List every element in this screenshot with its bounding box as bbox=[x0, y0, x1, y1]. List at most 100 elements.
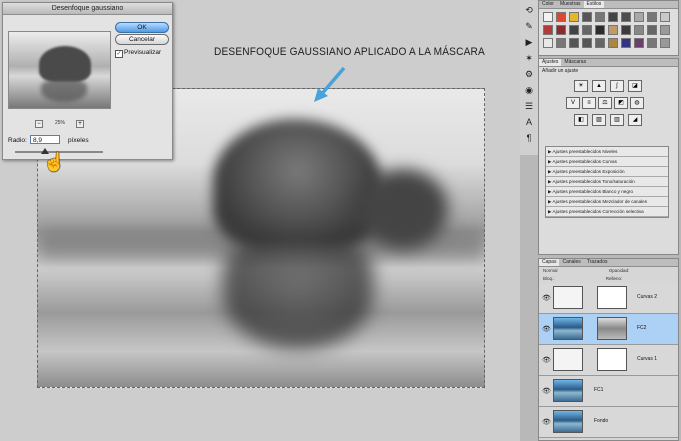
fill-label: Relleno: bbox=[605, 276, 623, 281]
style-swatch[interactable] bbox=[608, 12, 618, 22]
style-swatch[interactable] bbox=[621, 12, 631, 22]
style-swatch[interactable] bbox=[621, 25, 631, 35]
layer-mask-thumbnail[interactable] bbox=[597, 317, 627, 340]
layers-list: 👁 Curvas 2 👁 FC2 👁 Curvas 1 👁 FC1 👁 Fondo bbox=[539, 283, 678, 438]
style-swatch[interactable] bbox=[582, 25, 592, 35]
paragraph-icon[interactable]: ¶ bbox=[523, 132, 535, 144]
layer-mask-thumbnail[interactable] bbox=[597, 348, 627, 371]
color-balance-icon[interactable]: ⚖ bbox=[598, 97, 612, 109]
layer-thumbnail[interactable] bbox=[553, 379, 583, 402]
style-swatch[interactable] bbox=[595, 12, 605, 22]
clone-source-icon[interactable]: ⚙ bbox=[523, 68, 535, 80]
style-swatch[interactable] bbox=[582, 38, 592, 48]
zoom-out-button[interactable]: − bbox=[35, 120, 43, 128]
exposure-icon[interactable]: ◪ bbox=[628, 80, 642, 92]
adjustment-icons-row-3: ◧ ▧ ▥ ◢ bbox=[539, 109, 678, 126]
layer-thumbnail[interactable] bbox=[553, 410, 583, 433]
black-white-icon[interactable]: ◩ bbox=[614, 97, 628, 109]
style-swatch[interactable] bbox=[647, 25, 657, 35]
style-swatch[interactable] bbox=[608, 38, 618, 48]
layers_panel-tab-0[interactable]: Capas bbox=[539, 259, 560, 266]
visibility-eye-icon[interactable]: 👁 bbox=[542, 325, 551, 333]
lock-fill-row: Bloq.: Relleno: bbox=[539, 275, 678, 283]
channels-icon[interactable]: ☰ bbox=[523, 100, 535, 112]
adjustments_panel-tab-0[interactable]: Ajustes bbox=[539, 59, 562, 66]
layers_panel-tab-2[interactable]: Trazados bbox=[584, 259, 611, 266]
preset-item[interactable]: ▶ Ajustes preestablecidos Mezclador de c… bbox=[546, 197, 668, 207]
adjustment-layer-thumbnail[interactable] bbox=[553, 286, 583, 309]
style-swatch[interactable] bbox=[569, 25, 579, 35]
style-swatch[interactable] bbox=[634, 12, 644, 22]
character-icon[interactable]: A bbox=[523, 116, 535, 128]
brush-icon[interactable]: ✎ bbox=[523, 20, 535, 32]
curves-icon[interactable]: ∫ bbox=[610, 80, 624, 92]
style-swatch[interactable] bbox=[582, 12, 592, 22]
cancel-button[interactable]: Cancelar bbox=[115, 34, 169, 45]
actions-icon[interactable]: ▶ bbox=[523, 36, 535, 48]
layer-row[interactable]: 👁 Curvas 1 bbox=[539, 345, 678, 376]
swatches_panel-tab-2[interactable]: Estilos bbox=[583, 1, 605, 8]
style-swatch[interactable] bbox=[621, 38, 631, 48]
levels-icon[interactable]: ▲ bbox=[592, 80, 606, 92]
style-swatch[interactable] bbox=[660, 12, 670, 22]
hue-saturation-icon[interactable]: ≡ bbox=[582, 97, 596, 109]
style-swatch[interactable] bbox=[660, 38, 670, 48]
style-swatch[interactable] bbox=[569, 12, 579, 22]
layer-name: Curvas 1 bbox=[637, 356, 658, 362]
style-swatch[interactable] bbox=[556, 25, 566, 35]
style-swatch[interactable] bbox=[647, 12, 657, 22]
zoom-in-button[interactable]: + bbox=[76, 120, 84, 128]
style-swatch[interactable] bbox=[595, 38, 605, 48]
style-swatch[interactable] bbox=[543, 12, 553, 22]
layer-name: FC1 bbox=[594, 387, 604, 393]
style-swatch[interactable] bbox=[608, 25, 618, 35]
preset-item[interactable]: ▶ Ajustes preestablecidos Blanco y negro bbox=[546, 187, 668, 197]
style-swatch[interactable] bbox=[556, 38, 566, 48]
layer-row[interactable]: 👁 FC1 bbox=[539, 376, 678, 407]
history-icon[interactable]: ⟲ bbox=[523, 4, 535, 16]
threshold-icon[interactable]: ▥ bbox=[610, 114, 624, 126]
swatches_panel-tab-0[interactable]: Color bbox=[539, 1, 557, 8]
layer-row[interactable]: 👁 Curvas 2 bbox=[539, 283, 678, 314]
style-swatch[interactable] bbox=[543, 38, 553, 48]
radius-input[interactable]: 8,9 bbox=[30, 135, 60, 144]
ok-button[interactable]: OK bbox=[115, 22, 169, 33]
photo-filter-icon[interactable]: ◍ bbox=[630, 97, 644, 109]
style-swatch[interactable] bbox=[595, 25, 605, 35]
preset-item[interactable]: ▶ Ajustes preestablecidos Tono/saturació… bbox=[546, 177, 668, 187]
layer-mask-thumbnail[interactable] bbox=[597, 286, 627, 309]
style-swatch[interactable] bbox=[660, 25, 670, 35]
preview-checkbox[interactable]: ✓ bbox=[115, 50, 123, 58]
adjustment-layer-thumbnail[interactable] bbox=[553, 348, 583, 371]
posterize-icon[interactable]: ▧ bbox=[592, 114, 606, 126]
adjustments_panel-tab-1[interactable]: Máscaras bbox=[561, 59, 589, 66]
info-icon[interactable]: ◉ bbox=[523, 84, 535, 96]
visibility-eye-icon[interactable]: 👁 bbox=[542, 356, 551, 364]
gradient-map-icon[interactable]: ◢ bbox=[628, 114, 642, 126]
style-swatch[interactable] bbox=[543, 25, 553, 35]
visibility-eye-icon[interactable]: 👁 bbox=[542, 387, 551, 395]
dialog-preview-thumbnail[interactable] bbox=[8, 31, 111, 109]
style-swatch[interactable] bbox=[634, 38, 644, 48]
style-swatch[interactable] bbox=[634, 25, 644, 35]
style-swatch[interactable] bbox=[569, 38, 579, 48]
navigator-icon[interactable]: ✶ bbox=[523, 52, 535, 64]
blend-mode-select[interactable]: Normal bbox=[543, 268, 558, 273]
visibility-eye-icon[interactable]: 👁 bbox=[542, 418, 551, 426]
style-swatch[interactable] bbox=[647, 38, 657, 48]
preset-item[interactable]: ▶ Ajustes preestablecidos Corrección sel… bbox=[546, 207, 668, 217]
style-swatch[interactable] bbox=[556, 12, 566, 22]
visibility-eye-icon[interactable]: 👁 bbox=[542, 294, 551, 302]
layers-panel-tabs: Capas Canales Trazados bbox=[539, 259, 678, 267]
vibrance-icon[interactable]: V bbox=[566, 97, 580, 109]
layer-row[interactable]: 👁 Fondo bbox=[539, 407, 678, 438]
preset-item[interactable]: ▶ Ajustes preestablecidos Niveles bbox=[546, 147, 668, 157]
layer-row[interactable]: 👁 FC2 bbox=[539, 314, 678, 345]
preset-item[interactable]: ▶ Ajustes preestablecidos Curvas bbox=[546, 157, 668, 167]
layer-thumbnail[interactable] bbox=[553, 317, 583, 340]
invert-icon[interactable]: ◧ bbox=[574, 114, 588, 126]
preset-item[interactable]: ▶ Ajustes preestablecidos Exposición bbox=[546, 167, 668, 177]
layers_panel-tab-1[interactable]: Canales bbox=[559, 259, 583, 266]
swatches_panel-tab-1[interactable]: Muestras bbox=[557, 1, 584, 8]
brightness-contrast-icon[interactable]: ☀ bbox=[574, 80, 588, 92]
